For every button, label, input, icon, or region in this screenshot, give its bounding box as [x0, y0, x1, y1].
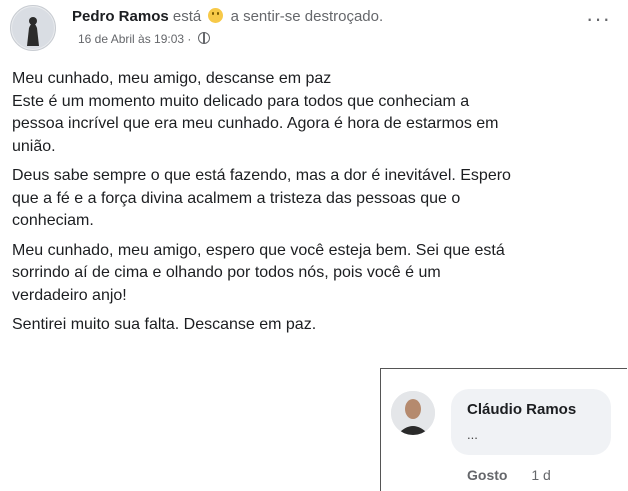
post-line: que a fé e a força divina acalmem a tris…: [12, 189, 461, 207]
activity-prefix: está: [172, 8, 202, 25]
post-line: união.: [12, 137, 56, 155]
avatar-image: [12, 7, 54, 49]
post-body: Meu cunhado, meu amigo, descanse em paz …: [12, 68, 616, 344]
post-line: Este é um momento muito delicado para to…: [12, 92, 470, 110]
post-line: pessoa incrível que era meu cunhado. Ago…: [12, 115, 499, 132]
author-name[interactable]: Pedro Ramos: [72, 8, 169, 25]
post-meta: 16 de Abril às 19:03 ·: [78, 32, 210, 46]
sad-emoji-icon: [208, 8, 224, 23]
commenter-name[interactable]: Cláudio Ramos: [467, 401, 576, 418]
commenter-avatar[interactable]: [391, 391, 435, 435]
author-avatar[interactable]: [10, 5, 56, 51]
post-paragraph: Sentirei muito sua falta. Descanse em pa…: [12, 314, 616, 337]
comment: Cláudio Ramos ... Gosto 1 d: [380, 368, 627, 491]
post-paragraph: Meu cunhado, meu amigo, espero que você …: [12, 240, 616, 308]
post-paragraph: Deus sabe sempre o que está fazendo, mas…: [12, 165, 616, 233]
comment-bubble: Cláudio Ramos ...: [451, 389, 611, 455]
facebook-post: Pedro Ramos está a sentir-se destroçado.…: [0, 0, 628, 491]
globe-icon: [197, 32, 210, 44]
meta-separator: ·: [187, 32, 192, 46]
comment-age[interactable]: 1 d: [531, 467, 550, 483]
post-line: Deus sabe sempre o que está fazendo, mas…: [12, 167, 511, 184]
post-line: Sentirei muito sua falta. Descanse em pa…: [12, 316, 317, 333]
post-line: sorrindo aí de cima e olhando por todos …: [12, 264, 441, 281]
post-line: Meu cunhado, meu amigo, descanse em paz: [12, 70, 332, 87]
post-line: Meu cunhado, meu amigo, espero que você …: [12, 241, 505, 259]
comment-actions: Gosto 1 d: [467, 467, 551, 483]
post-header: Pedro Ramos está a sentir-se destroçado.: [72, 8, 383, 25]
post-line: conheciam.: [12, 212, 94, 229]
like-link[interactable]: Gosto: [467, 467, 507, 483]
post-timestamp[interactable]: 16 de Abril às 19:03: [78, 32, 184, 46]
activity-text: a sentir-se destroçado.: [230, 8, 384, 25]
comment-text: ...: [467, 427, 478, 442]
post-paragraph: Meu cunhado, meu amigo, descanse em paz …: [12, 68, 616, 158]
commenter-photo: [391, 391, 435, 435]
post-line: verdadeiro anjo!: [12, 286, 127, 304]
more-options-icon[interactable]: ···: [586, 8, 611, 30]
